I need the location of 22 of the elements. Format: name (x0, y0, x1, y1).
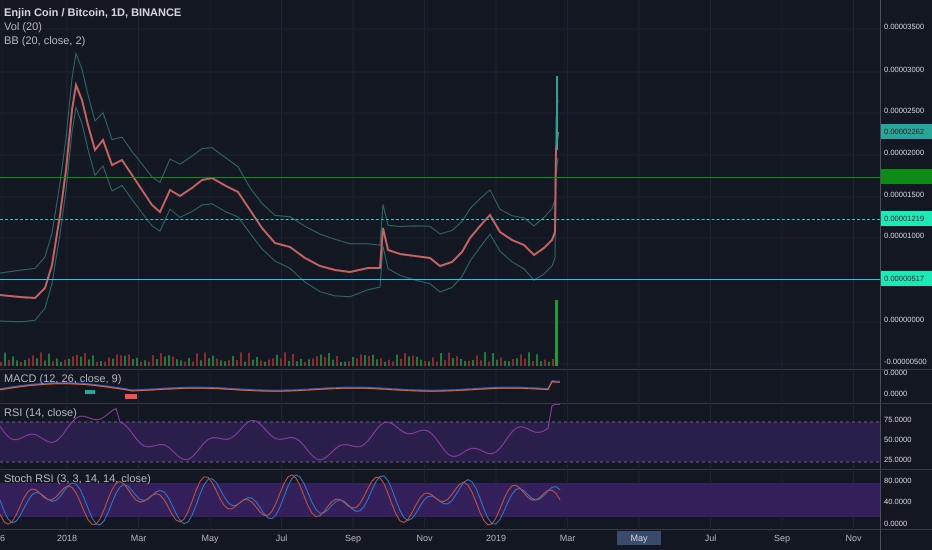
time-axis-label: 6 (0, 532, 6, 545)
time-axis-label: Nov (844, 532, 862, 545)
time-axis-label: 2018 (56, 532, 78, 545)
time-axis-label: Sep (772, 532, 791, 545)
time-axis-label: Nov (415, 532, 434, 545)
indicator-label: RSI (14, close) (4, 407, 77, 419)
time-axis-label: 2019 (484, 532, 508, 545)
horizontal-price-line[interactable] (0, 219, 880, 220)
time-axis-label: May (617, 531, 661, 545)
time-axis-label: May (200, 532, 220, 545)
time-axis-label: Sep (344, 532, 362, 545)
indicator-label: MACD (12, 26, close, 9) (4, 373, 122, 385)
macd-histogram (85, 390, 137, 399)
time-axis-label: Jul (704, 532, 718, 545)
time-axis-label: Jul (274, 532, 288, 545)
study-label: Vol (20) (4, 21, 43, 33)
time-axis-label: Mar (130, 532, 148, 545)
study-label: BB (20, close, 2) (4, 35, 86, 47)
indicator-label: Stoch RSI (3, 3, 14, 14, close) (4, 473, 151, 485)
price-tag-marker (881, 169, 932, 184)
time-axis-label: Mar (558, 532, 576, 545)
chart-title: Enjin Coin / Bitcoin, 1D, BINANCE (4, 7, 182, 19)
